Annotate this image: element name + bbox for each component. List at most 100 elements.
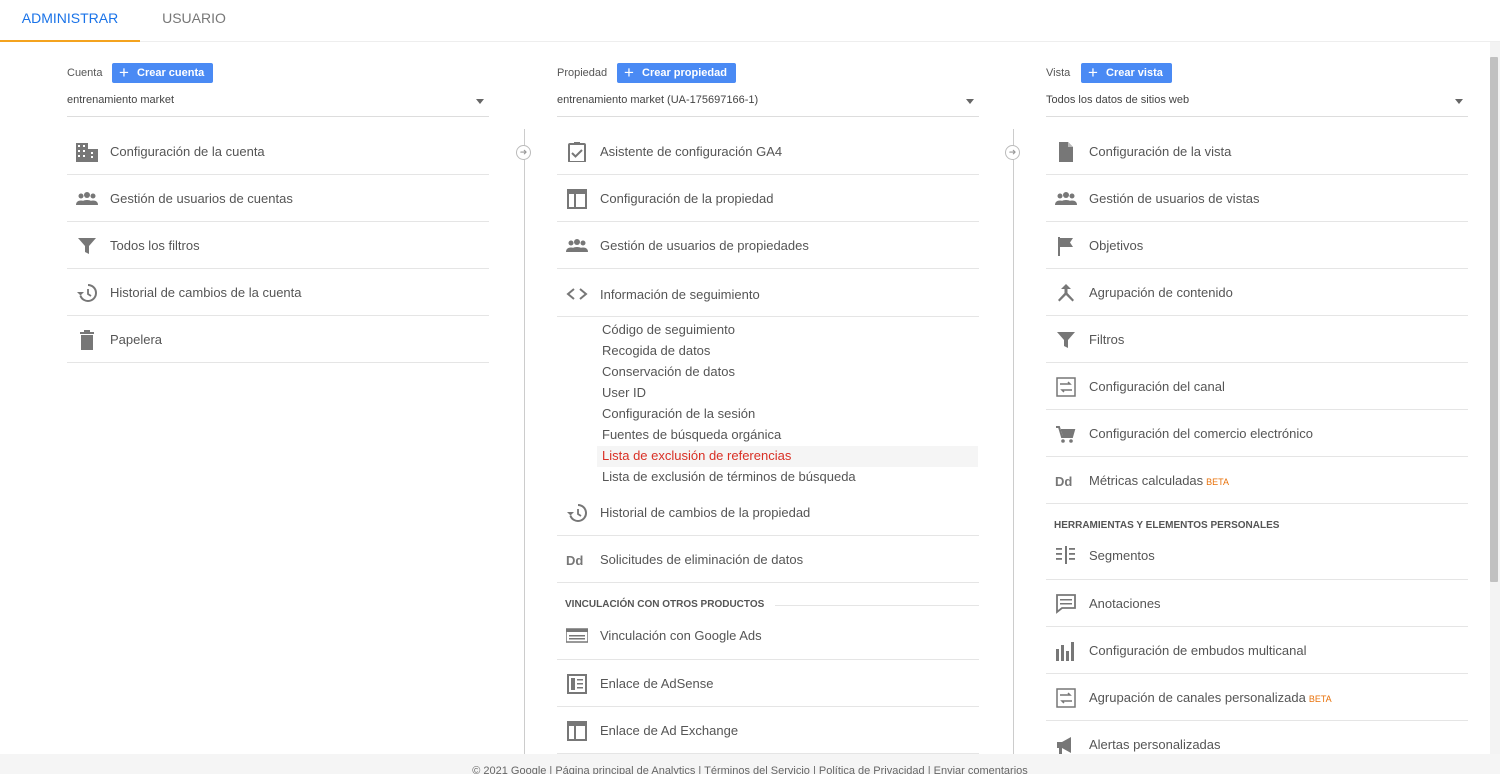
custom-alerts-item[interactable]: Alertas personalizadas bbox=[1046, 721, 1468, 754]
bar-chart-icon bbox=[1055, 641, 1077, 661]
ga4-assistant-item[interactable]: Asistente de configuración GA4 bbox=[557, 128, 979, 175]
google-ads-link-item[interactable]: Vinculación con Google Ads bbox=[557, 613, 979, 660]
trash-icon bbox=[76, 330, 98, 350]
ga4-assistant-label: Asistente de configuración GA4 bbox=[600, 144, 783, 159]
multichannel-funnels-item[interactable]: Configuración de embudos multicanal bbox=[1046, 627, 1468, 674]
tab-usuario[interactable]: USUARIO bbox=[140, 0, 248, 42]
account-settings-item[interactable]: Configuración de la cuenta bbox=[67, 128, 489, 175]
property-selected-value: entrenamiento market (UA-175697166-1) bbox=[557, 94, 759, 106]
property-selector[interactable]: entrenamiento market (UA-175697166-1) bbox=[557, 94, 979, 117]
page-scrollbar[interactable] bbox=[1490, 42, 1500, 754]
flag-icon bbox=[1055, 236, 1077, 256]
view-selected-value: Todos los datos de sitios web bbox=[1046, 94, 1190, 106]
property-history-item[interactable]: Historial de cambios de la propiedad bbox=[557, 489, 979, 536]
dd-icon: Dd bbox=[1055, 471, 1077, 491]
clipboard-check-icon bbox=[566, 142, 588, 162]
history-icon bbox=[76, 283, 98, 303]
svg-text:Dd: Dd bbox=[566, 553, 583, 568]
segments-item[interactable]: Segmentos bbox=[1046, 533, 1468, 580]
account-settings-label: Configuración de la cuenta bbox=[110, 144, 265, 159]
adsense-link-label: Enlace de AdSense bbox=[600, 676, 714, 691]
goals-item[interactable]: Objetivos bbox=[1046, 222, 1468, 269]
annotations-item[interactable]: Anotaciones bbox=[1046, 580, 1468, 627]
column-divider-1 bbox=[524, 129, 525, 754]
property-settings-item[interactable]: Configuración de la propiedad bbox=[557, 175, 979, 222]
sub-session-settings[interactable]: Configuración de la sesión bbox=[602, 404, 978, 425]
multichannel-funnels-label: Configuración de embudos multicanal bbox=[1089, 643, 1307, 658]
view-header: Vista + Crear vista bbox=[1046, 63, 1468, 83]
segments-label: Segmentos bbox=[1089, 548, 1155, 563]
channel-settings-item[interactable]: Configuración del canal bbox=[1046, 363, 1468, 410]
tab-administrar[interactable]: ADMINISTRAR bbox=[0, 0, 140, 42]
account-selector[interactable]: entrenamiento market bbox=[67, 94, 489, 117]
view-filters-item[interactable]: Filtros bbox=[1046, 316, 1468, 363]
dd-icon: Dd bbox=[566, 550, 588, 570]
all-filters-item[interactable]: Todos los filtros bbox=[67, 222, 489, 269]
building-icon bbox=[76, 142, 98, 162]
filter-icon bbox=[1055, 330, 1077, 350]
create-property-label: Crear propiedad bbox=[642, 67, 727, 79]
tools-section-title: HERRAMIENTAS Y ELEMENTOS PERSONALES bbox=[1054, 520, 1280, 531]
data-deletion-item[interactable]: Dd Solicitudes de eliminación de datos bbox=[557, 536, 979, 583]
beta-badge: BETA bbox=[1206, 477, 1229, 487]
sub-tracking-code[interactable]: Código de seguimiento bbox=[602, 320, 978, 341]
footer-text: © 2021 Google | Página principal de Anal… bbox=[472, 765, 1028, 774]
create-view-button[interactable]: + Crear vista bbox=[1081, 63, 1172, 83]
goals-label: Objetivos bbox=[1089, 238, 1144, 253]
code-icon bbox=[566, 284, 588, 304]
data-deletion-label: Solicitudes de eliminación de datos bbox=[600, 552, 804, 567]
google-ads-link-label: Vinculación con Google Ads bbox=[600, 628, 762, 643]
property-label: Propiedad bbox=[557, 67, 608, 79]
ads-icon bbox=[566, 625, 588, 645]
channel-settings-label: Configuración del canal bbox=[1089, 379, 1225, 394]
view-settings-item[interactable]: Configuración de la vista bbox=[1046, 128, 1468, 175]
scrollbar-thumb[interactable] bbox=[1490, 57, 1498, 582]
sub-user-id[interactable]: User ID bbox=[602, 383, 978, 404]
sub-data-collection[interactable]: Recogida de datos bbox=[602, 341, 978, 362]
property-settings-label: Configuración de la propiedad bbox=[600, 191, 774, 206]
merge-icon bbox=[1055, 283, 1077, 303]
cart-icon bbox=[1055, 424, 1077, 444]
account-history-item[interactable]: Historial de cambios de la cuenta bbox=[67, 269, 489, 316]
calculated-metrics-item[interactable]: Dd Métricas calculadas BETA bbox=[1046, 457, 1468, 504]
custom-channel-grouping-item[interactable]: Agrupación de canales personalizada BETA bbox=[1046, 674, 1468, 721]
sub-data-retention[interactable]: Conservación de datos bbox=[602, 362, 978, 383]
tracking-info-item[interactable]: Información de seguimiento bbox=[557, 269, 979, 317]
plus-icon: + bbox=[119, 63, 129, 82]
all-filters-label: Todos los filtros bbox=[110, 238, 200, 253]
create-account-button[interactable]: + Crear cuenta bbox=[112, 63, 214, 83]
megaphone-icon bbox=[1055, 735, 1077, 754]
calculated-metrics-text: Métricas calculadas bbox=[1089, 473, 1204, 488]
account-users-item[interactable]: Gestión de usuarios de cuentas bbox=[67, 175, 489, 222]
sub-organic-sources[interactable]: Fuentes de búsqueda orgánica bbox=[602, 425, 978, 446]
sub-referral-exclusion[interactable]: Lista de exclusión de referencias bbox=[597, 446, 978, 467]
admin-tabs: ADMINISTRAR USUARIO bbox=[0, 0, 1500, 42]
content-grouping-label: Agrupación de contenido bbox=[1089, 285, 1233, 300]
create-property-button[interactable]: + Crear propiedad bbox=[617, 63, 736, 83]
dropdown-arrow-icon bbox=[1455, 99, 1463, 104]
ecommerce-settings-item[interactable]: Configuración del comercio electrónico bbox=[1046, 410, 1468, 457]
column-divider-2 bbox=[1013, 129, 1014, 754]
section-line bbox=[775, 605, 979, 606]
plus-icon: + bbox=[624, 63, 634, 82]
custom-channel-grouping-text: Agrupación de canales personalizada bbox=[1089, 690, 1306, 705]
create-account-label: Crear cuenta bbox=[137, 67, 205, 79]
linking-section-title: VINCULACIÓN CON OTROS PRODUCTOS bbox=[565, 599, 765, 610]
view-users-label: Gestión de usuarios de vistas bbox=[1089, 191, 1260, 206]
segments-icon bbox=[1055, 545, 1077, 565]
adsense-link-item[interactable]: Enlace de AdSense bbox=[557, 660, 979, 707]
tracking-info-label: Información de seguimiento bbox=[600, 287, 760, 302]
history-icon bbox=[566, 503, 588, 523]
adexchange-link-item[interactable]: Enlace de Ad Exchange bbox=[557, 707, 979, 754]
content-grouping-item[interactable]: Agrupación de contenido bbox=[1046, 269, 1468, 316]
view-selector[interactable]: Todos los datos de sitios web bbox=[1046, 94, 1468, 117]
sub-search-term-exclusion[interactable]: Lista de exclusión de términos de búsque… bbox=[602, 467, 978, 488]
view-settings-label: Configuración de la vista bbox=[1089, 144, 1232, 159]
property-users-item[interactable]: Gestión de usuarios de propiedades bbox=[557, 222, 979, 269]
view-users-item[interactable]: Gestión de usuarios de vistas bbox=[1046, 175, 1468, 222]
people-icon bbox=[76, 189, 98, 209]
account-history-label: Historial de cambios de la cuenta bbox=[110, 285, 302, 300]
view-label: Vista bbox=[1046, 67, 1071, 79]
trash-item[interactable]: Papelera bbox=[67, 316, 489, 363]
dropdown-arrow-icon bbox=[966, 99, 974, 104]
